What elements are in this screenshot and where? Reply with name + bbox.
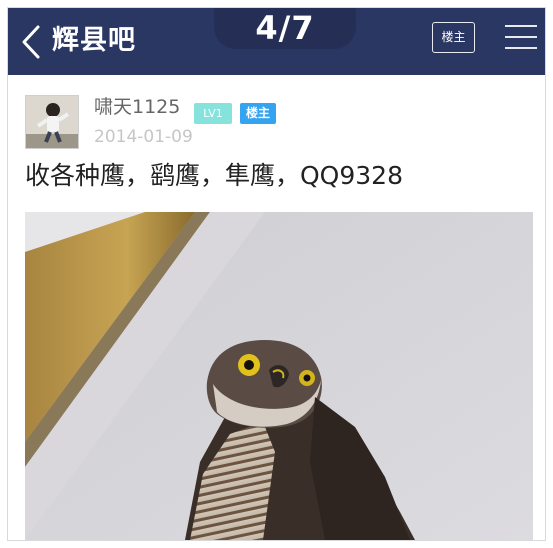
- post-author-name[interactable]: 啸天1125: [94, 95, 180, 119]
- image-counter: 4/7: [255, 9, 315, 47]
- chevron-left-icon[interactable]: [20, 24, 42, 60]
- level-badge: LV1: [194, 103, 232, 124]
- hawk-photo[interactable]: [25, 212, 533, 540]
- owner-badge: 楼主: [240, 103, 276, 124]
- redacted-overlay: [430, 166, 522, 192]
- owner-only-button[interactable]: 楼主: [432, 22, 475, 53]
- image-counter-pill: 4/7: [214, 8, 356, 49]
- hamburger-menu-icon[interactable]: [505, 22, 537, 52]
- top-nav-bar: 辉县吧 4/7 楼主: [8, 8, 545, 75]
- forum-title[interactable]: 辉县吧: [52, 21, 136, 61]
- post-text: 收各种鹰，鹞鹰，隼鹰，QQ9328: [25, 161, 403, 190]
- app-frame: 辉县吧 4/7 楼主 啸天1125 LV1 楼主 2014-01-09 收各种鹰…: [7, 7, 546, 541]
- user-avatar[interactable]: [25, 95, 79, 149]
- post-date: 2014-01-09: [94, 127, 193, 147]
